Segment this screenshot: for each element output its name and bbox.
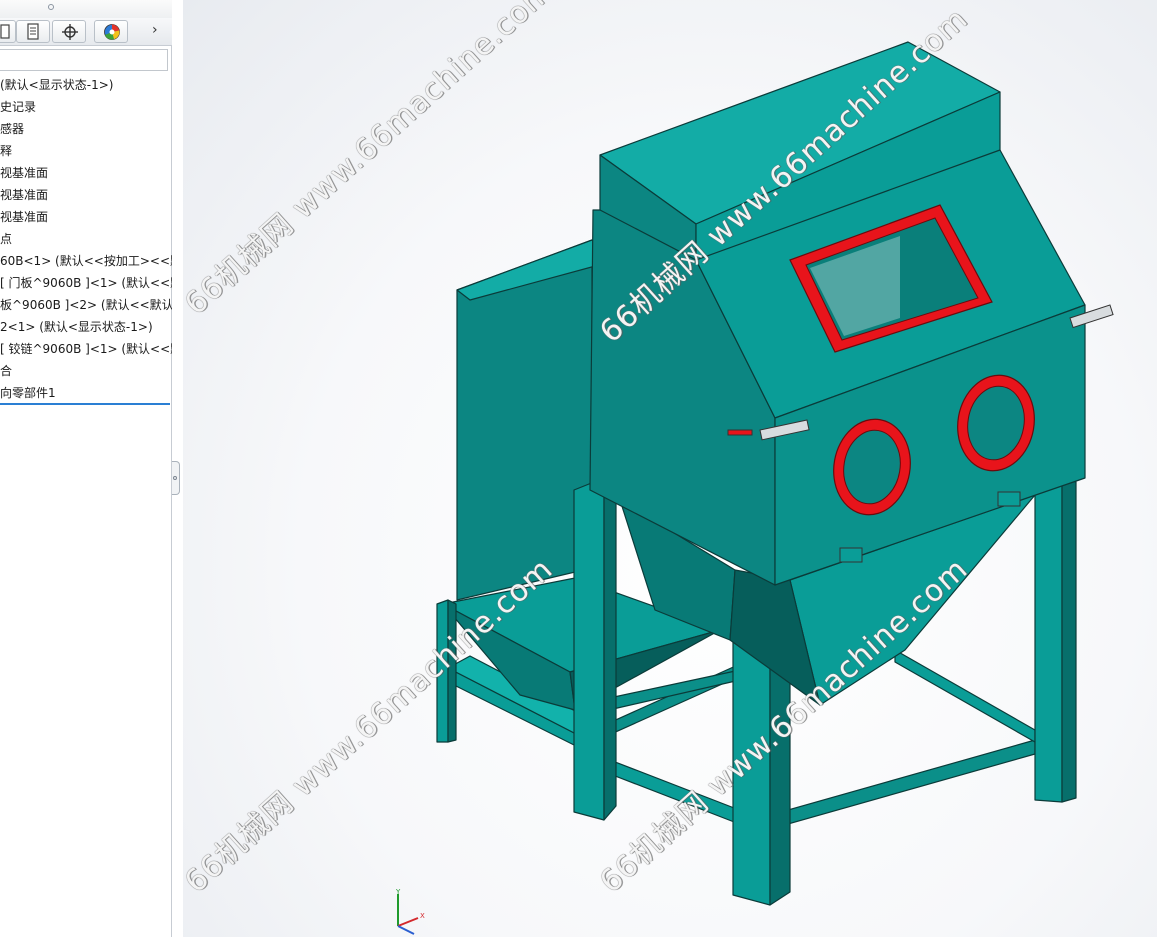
view-triad: Y X xyxy=(395,888,425,935)
tab-property-manager[interactable] xyxy=(16,20,50,43)
tab-dimxpert-manager[interactable] xyxy=(52,20,86,43)
chevron-right-icon[interactable]: › xyxy=(152,22,158,38)
tree-item-component-1[interactable]: 60B<1> (默认<<按加工><<默认 xyxy=(0,250,172,272)
grip-dot-icon xyxy=(48,4,54,10)
panel-drag-grip[interactable] xyxy=(0,0,172,18)
tree-item-right-plane[interactable]: 视基准面 xyxy=(0,206,172,228)
tree-item-origin[interactable]: 点 xyxy=(0,228,172,250)
tree-item-assembly-root[interactable]: (默认<显示状态-1>) xyxy=(0,74,172,96)
tree-item-door-panel-1[interactable]: [ 门板^9060B ]<1> (默认<<默 xyxy=(0,272,172,294)
splitter-dot-icon xyxy=(173,476,177,480)
graphics-area[interactable]: 66机械网 www.66machine.com 66机械网 www.66mach… xyxy=(183,0,1157,937)
tree-item-mates[interactable]: 合 xyxy=(0,360,172,382)
triad-x-label: X xyxy=(420,912,425,920)
tree-item-top-plane[interactable]: 视基准面 xyxy=(0,184,172,206)
tree-filter-input[interactable] xyxy=(0,49,168,71)
feature-manager-panel: › (默认<显示状态-1>) 史记录 感器 释 视基准面 视基准面 视基准面 点… xyxy=(0,0,172,937)
dimxpert-icon xyxy=(62,24,78,40)
z-axis xyxy=(397,925,415,935)
feature-tree: (默认<显示状态-1>) 史记录 感器 释 视基准面 视基准面 视基准面 点 6… xyxy=(0,74,172,404)
display-manager-icon xyxy=(104,24,120,40)
splitter-handle[interactable] xyxy=(172,461,180,495)
tree-item-component-2[interactable]: 2<1> (默认<显示状态-1>) xyxy=(0,316,172,338)
manager-tab-bar: › xyxy=(0,18,172,46)
tree-item-hinge-1[interactable]: [ 铰链^9060B ]<1> (默认<<默 xyxy=(0,338,172,360)
triad-y-label: Y xyxy=(395,888,401,896)
x-axis xyxy=(397,917,419,927)
tree-item-door-panel-2[interactable]: 板^9060B ]<2> (默认<<默认> xyxy=(0,294,172,316)
tree-item-pattern-1[interactable]: 向零部件1 xyxy=(0,382,172,404)
feature-manager-icon xyxy=(0,24,10,39)
rollback-bar[interactable] xyxy=(0,403,170,405)
tree-item-front-plane[interactable]: 视基准面 xyxy=(0,162,172,184)
tab-display-manager[interactable] xyxy=(94,20,128,43)
tab-feature-manager[interactable] xyxy=(0,20,16,43)
property-manager-icon xyxy=(27,23,39,40)
tree-item-annotations[interactable]: 释 xyxy=(0,140,172,162)
tree-item-sensors[interactable]: 感器 xyxy=(0,118,172,140)
tree-item-history[interactable]: 史记录 xyxy=(0,96,172,118)
